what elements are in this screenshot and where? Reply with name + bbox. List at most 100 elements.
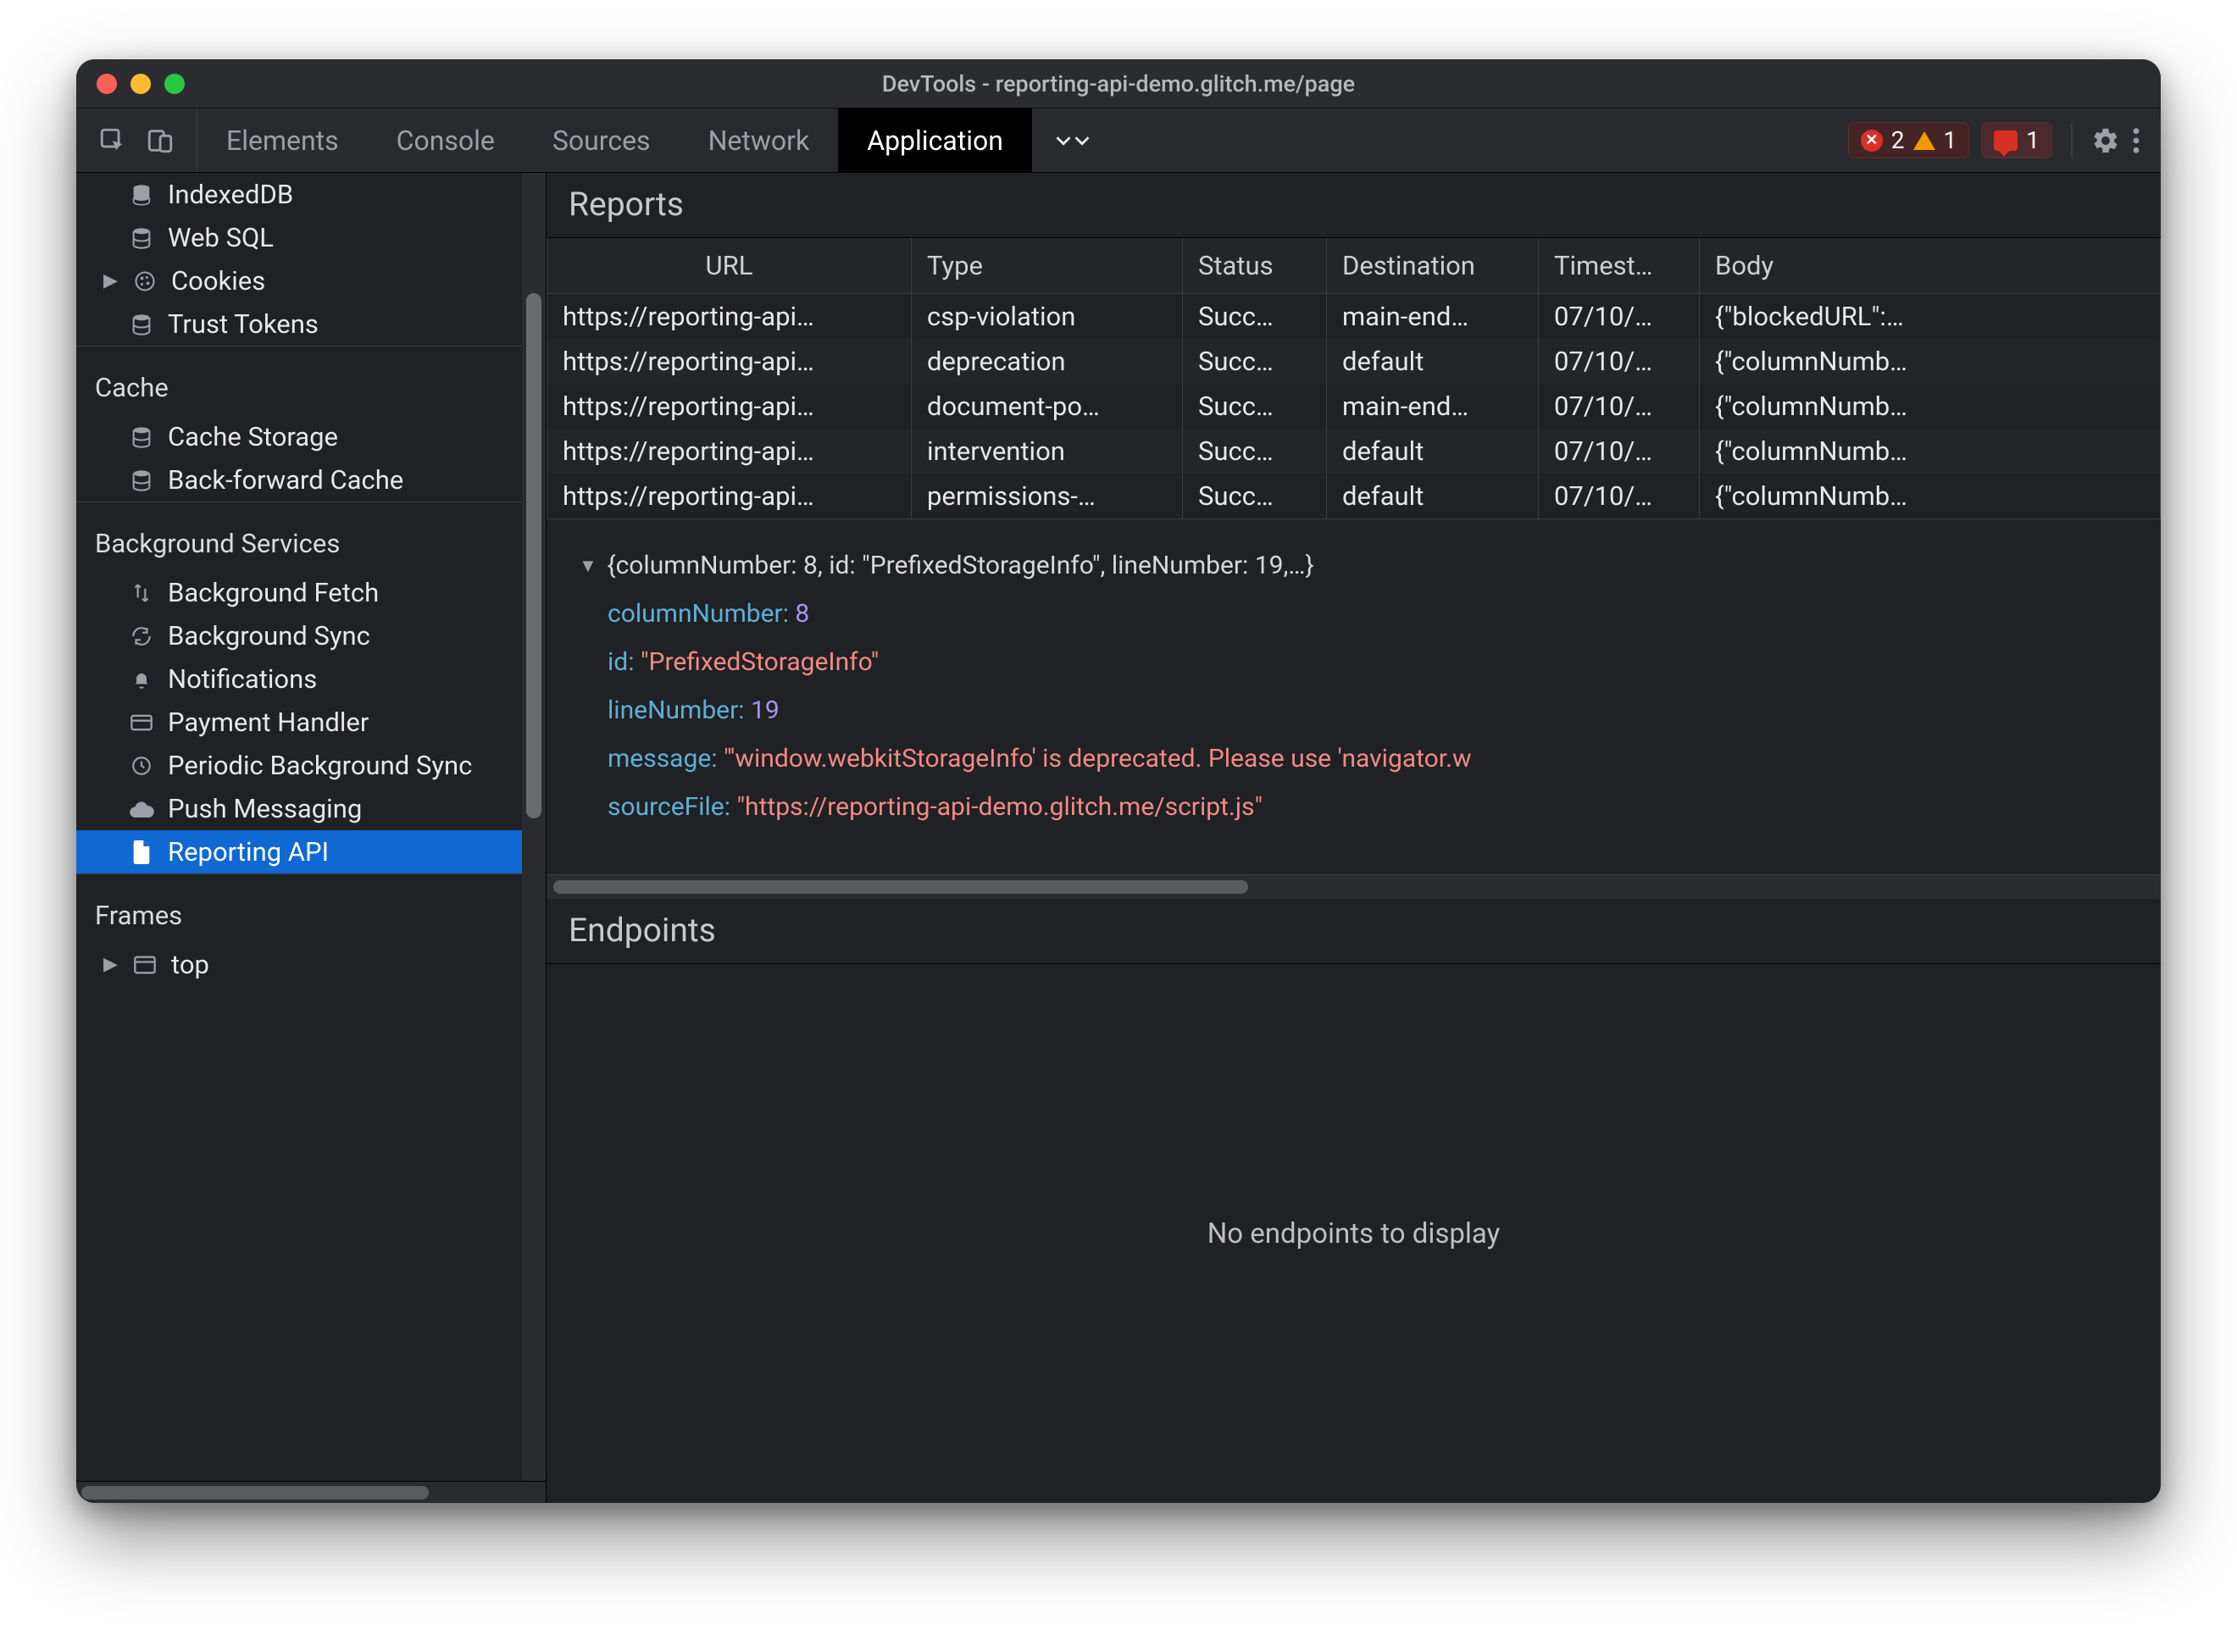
database-icon xyxy=(129,225,154,251)
sidebar-item-periodic-bg-sync[interactable]: Periodic Background Sync xyxy=(76,744,546,787)
inspect-element-icon[interactable] xyxy=(98,126,127,155)
tab-network[interactable]: Network xyxy=(680,108,839,172)
sidebar-item-push-messaging[interactable]: Push Messaging xyxy=(76,787,546,830)
table-row[interactable]: https://reporting-api…permissions-…Succ…… xyxy=(547,474,2161,519)
table-header-row: URL Type Status Destination Timest… Body xyxy=(547,238,2161,294)
cookie-icon xyxy=(132,269,158,294)
sidebar-item-payment-handler[interactable]: Payment Handler xyxy=(76,701,546,744)
sync-icon xyxy=(129,624,154,649)
sidebar-section-frames: Frames xyxy=(76,874,546,943)
table-row[interactable]: https://reporting-api…csp-violationSucc…… xyxy=(547,294,2161,340)
json-value: "https://reporting-api-demo.glitch.me/sc… xyxy=(736,792,1263,822)
table-cell: https://reporting-api… xyxy=(547,384,912,429)
sidebar-item-label: top xyxy=(171,949,209,980)
tab-sources[interactable]: Sources xyxy=(524,108,680,172)
database-icon xyxy=(129,182,154,208)
application-sidebar: IndexedDB Web SQL ▶ Cookies xyxy=(76,173,547,1503)
table-cell: {"columnNumb… xyxy=(1700,339,2161,384)
device-toolbar-icon[interactable] xyxy=(146,126,175,155)
tab-elements[interactable]: Elements xyxy=(197,108,368,172)
sidebar-item-label: Payment Handler xyxy=(168,707,369,738)
json-key: sourceFile: xyxy=(608,792,730,822)
table-row[interactable]: https://reporting-api…interventionSucc…d… xyxy=(547,429,2161,474)
table-cell: https://reporting-api… xyxy=(547,339,912,384)
expand-arrow-icon: ▶ xyxy=(103,954,119,975)
frame-icon xyxy=(132,952,158,978)
col-url[interactable]: URL xyxy=(547,238,912,294)
table-cell: intervention xyxy=(912,429,1183,474)
sidebar-item-bg-fetch[interactable]: Background Fetch xyxy=(76,571,546,614)
issues-icon xyxy=(1994,130,2018,151)
table-cell: Succ… xyxy=(1183,429,1327,474)
sidebar-item-bg-sync[interactable]: Background Sync xyxy=(76,614,546,657)
scrollbar-thumb[interactable] xyxy=(81,1486,429,1500)
window-title: DevTools - reporting-api-demo.glitch.me/… xyxy=(76,70,2161,97)
table-cell: https://reporting-api… xyxy=(547,474,912,519)
sidebar-item-label: Web SQL xyxy=(168,222,274,253)
table-row[interactable]: https://reporting-api…deprecationSucc…de… xyxy=(547,339,2161,384)
disclosure-triangle-icon[interactable]: ▼ xyxy=(579,549,601,585)
table-cell: document-po… xyxy=(912,384,1183,429)
table-cell: main-end… xyxy=(1327,384,1539,429)
table-cell: {"columnNumb… xyxy=(1700,474,2161,519)
col-status[interactable]: Status xyxy=(1183,238,1327,294)
table-cell: 07/10/… xyxy=(1539,474,1700,519)
error-warning-pill[interactable]: ✕ 2 1 xyxy=(1848,122,1970,158)
table-cell: {"columnNumb… xyxy=(1700,429,2161,474)
sidebar-item-indexeddb[interactable]: IndexedDB xyxy=(76,173,546,216)
sidebar-horizontal-scrollbar[interactable] xyxy=(76,1481,546,1503)
warning-count: 1 xyxy=(1944,126,1957,154)
more-menu-icon[interactable] xyxy=(2132,126,2140,155)
sidebar-item-trust-tokens[interactable]: Trust Tokens xyxy=(76,302,546,346)
detail-horizontal-scrollbar[interactable] xyxy=(547,875,2161,899)
table-cell: default xyxy=(1327,339,1539,384)
col-destination[interactable]: Destination xyxy=(1327,238,1539,294)
json-key: columnNumber: xyxy=(608,599,789,629)
sidebar-item-websql[interactable]: Web SQL xyxy=(76,216,546,259)
devtools-window: DevTools - reporting-api-demo.glitch.me/… xyxy=(76,59,2161,1503)
json-root-summary: {columnNumber: 8, id: "PrefixedStorageIn… xyxy=(607,551,1313,580)
tab-application[interactable]: Application xyxy=(838,108,1032,172)
col-timestamp[interactable]: Timest… xyxy=(1539,238,1700,294)
window-minimize-button[interactable] xyxy=(130,74,151,94)
database-icon xyxy=(129,468,154,493)
json-value: "'window.webkitStorageInfo' is deprecate… xyxy=(724,744,1472,773)
table-row[interactable]: https://reporting-api…document-po…Succ…m… xyxy=(547,384,2161,429)
warning-icon xyxy=(1913,131,1935,150)
sidebar-vertical-scrollbar[interactable] xyxy=(522,173,546,1481)
sidebar-item-bf-cache[interactable]: Back-forward Cache xyxy=(76,458,546,502)
sidebar-item-notifications[interactable]: Notifications xyxy=(76,657,546,701)
table-cell: Succ… xyxy=(1183,474,1327,519)
json-value: "PrefixedStorageInfo" xyxy=(641,647,879,677)
reports-table: URL Type Status Destination Timest… Body… xyxy=(547,238,2161,519)
sidebar-section-cache: Cache xyxy=(76,346,546,415)
tab-console[interactable]: Console xyxy=(368,108,524,172)
sidebar-item-cookies[interactable]: ▶ Cookies xyxy=(76,259,546,302)
json-key: lineNumber: xyxy=(608,696,745,725)
window-close-button[interactable] xyxy=(97,74,117,94)
sidebar-item-cache-storage[interactable]: Cache Storage xyxy=(76,415,546,458)
sidebar-item-label: Trust Tokens xyxy=(168,308,319,340)
json-key: message: xyxy=(608,744,718,773)
expand-arrow-icon: ▶ xyxy=(103,270,119,291)
settings-gear-icon[interactable] xyxy=(2091,126,2120,155)
clock-icon xyxy=(129,753,154,779)
error-count: 2 xyxy=(1891,126,1905,154)
window-zoom-button[interactable] xyxy=(164,74,185,94)
json-value: 8 xyxy=(795,599,809,629)
sidebar-item-label: Background Fetch xyxy=(168,577,379,608)
col-type[interactable]: Type xyxy=(912,238,1183,294)
sidebar-item-reporting-api[interactable]: Reporting API xyxy=(76,830,546,873)
issues-pill[interactable]: 1 xyxy=(1981,122,2052,158)
table-cell: 07/10/… xyxy=(1539,339,1700,384)
sidebar-item-label: Background Sync xyxy=(168,620,370,651)
card-icon xyxy=(129,710,154,735)
sidebar-item-frame-top[interactable]: ▶ top xyxy=(76,943,546,986)
scrollbar-thumb[interactable] xyxy=(526,293,541,818)
col-body[interactable]: Body xyxy=(1700,238,2161,294)
scrollbar-thumb[interactable] xyxy=(553,880,1248,894)
sidebar-item-label: Reporting API xyxy=(168,836,329,868)
table-cell: deprecation xyxy=(912,339,1183,384)
table-cell: 07/10/… xyxy=(1539,429,1700,474)
tabs-overflow[interactable] xyxy=(1032,108,1113,172)
